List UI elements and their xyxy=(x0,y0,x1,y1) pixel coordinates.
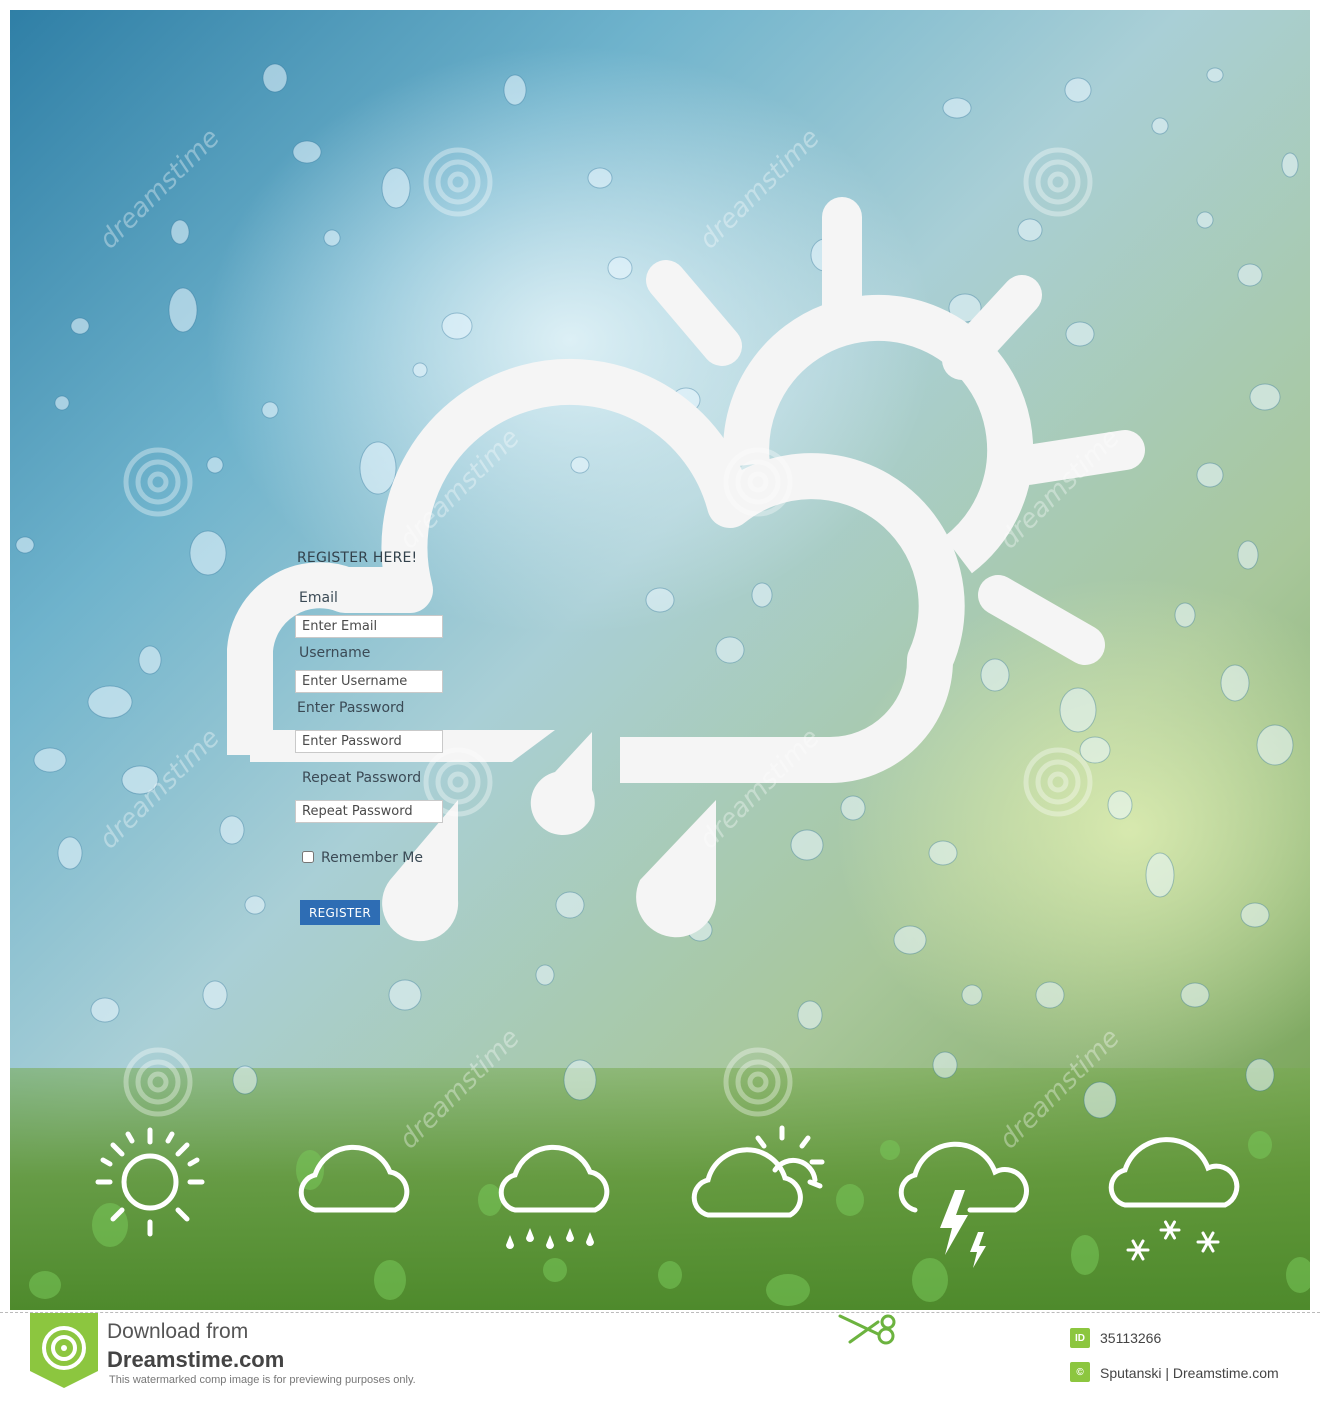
copyright-badge: © xyxy=(1070,1362,1090,1382)
email-field[interactable] xyxy=(295,615,443,638)
email-label: Email xyxy=(299,590,338,606)
preview-notice: This watermarked comp image is for previ… xyxy=(109,1374,416,1386)
username-label: Username xyxy=(299,645,371,661)
id-badge: ID xyxy=(1070,1328,1090,1348)
register-form: REGISTER HERE! Email Username Enter Pass… xyxy=(10,10,1310,1310)
download-from-text: Download from xyxy=(107,1320,249,1343)
form-title: REGISTER HERE! xyxy=(297,550,418,566)
dreamstime-brand[interactable]: Dreamstime.com xyxy=(107,1347,284,1373)
remember-me-label[interactable]: Remember Me xyxy=(321,850,423,866)
repeat-password-field[interactable] xyxy=(295,800,443,823)
password-field[interactable] xyxy=(295,730,443,753)
username-field[interactable] xyxy=(295,670,443,693)
scissors-icon xyxy=(838,1314,896,1345)
image-id: 35113266 xyxy=(1100,1330,1162,1346)
repeat-password-label: Repeat Password xyxy=(302,770,422,786)
password-label: Enter Password xyxy=(297,700,405,716)
register-button[interactable]: REGISTER xyxy=(300,900,380,925)
credit-text[interactable]: Sputanski | Dreamstime.com xyxy=(1100,1365,1279,1381)
weather-background: dreamstime dreamstime dreamstime dreamst… xyxy=(10,10,1310,1310)
remember-me-checkbox[interactable] xyxy=(302,851,314,863)
dreamstime-logo-icon xyxy=(30,1313,98,1388)
